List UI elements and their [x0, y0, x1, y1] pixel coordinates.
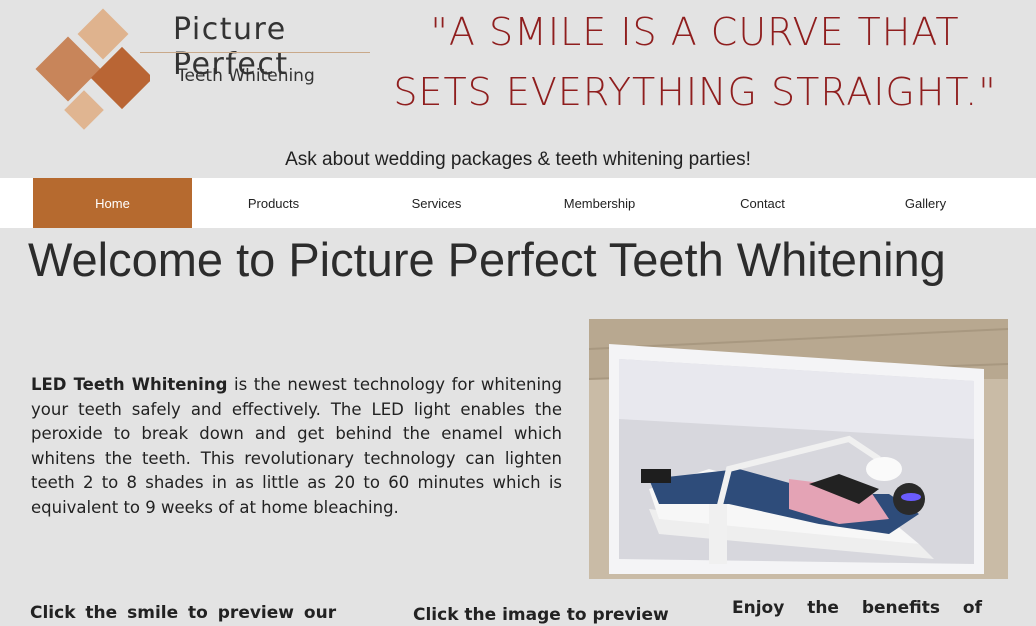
nav-item-home[interactable]: Home: [33, 178, 192, 228]
logo-subtitle: Teeth Whitening: [177, 66, 315, 86]
logo-divider: [140, 52, 370, 53]
logo-diamonds-icon: [35, 8, 150, 130]
logo[interactable]: Picture Perfect Teeth Whitening: [30, 8, 375, 133]
quote-line-1: "A SMILE IS A CURVE THAT: [430, 10, 960, 54]
header-quote: "A SMILE IS A CURVE THAT SETS EVERYTHING…: [380, 2, 1010, 122]
nav-item-gallery[interactable]: Gallery: [844, 178, 1007, 228]
nav-item-contact[interactable]: Contact: [681, 178, 844, 228]
preview-smile-text: Click the smile to preview our: [30, 603, 337, 623]
nav-item-products[interactable]: Products: [192, 178, 355, 228]
intro-text: is the newest technology for whitening y…: [31, 375, 562, 517]
nav-item-membership[interactable]: Membership: [518, 178, 681, 228]
benefits-text: Enjoy the benefits of: [732, 598, 982, 618]
preview-image-text: Click the image to preview: [413, 605, 669, 625]
page-title: Welcome to Picture Perfect Teeth Whiteni…: [28, 233, 946, 286]
nav-item-services[interactable]: Services: [355, 178, 518, 228]
main-nav: Home Products Services Membership Contac…: [0, 178, 1036, 228]
intro-bold: LED Teeth Whitening: [31, 375, 228, 394]
led-chair-image: [589, 319, 1008, 579]
quote-line-2: SETS EVERYTHING STRAIGHT.": [393, 70, 997, 114]
led-whitening-photo[interactable]: [589, 319, 1008, 579]
tagline: Ask about wedding packages & teeth white…: [285, 149, 751, 170]
intro-paragraph: LED Teeth Whitening is the newest techno…: [31, 373, 562, 520]
